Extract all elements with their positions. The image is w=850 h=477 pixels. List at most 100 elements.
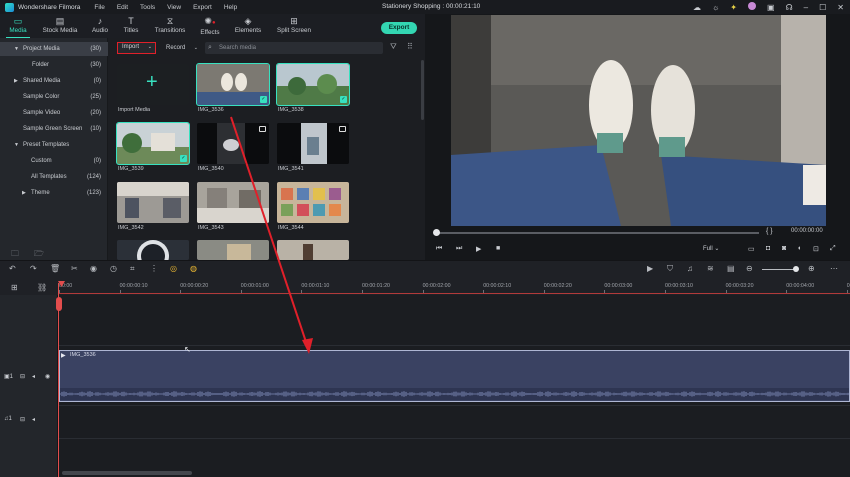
preview-zoom-select[interactable]: Full ⌄ [703,245,719,252]
render-icon[interactable]: ▶ [647,264,653,273]
mark-in-out-buttons[interactable]: { } [766,228,773,235]
media-thumb-img-3540[interactable] [197,123,269,164]
sidebar-item-sample-green-screen[interactable]: Sample Green Screen (10) [0,122,108,136]
snapshot-icon[interactable]: ◘ [766,245,770,252]
motion-tracking-icon[interactable]: ◍ [190,264,197,273]
import-button[interactable]: Import ⌄ [117,42,156,54]
media-thumb-img-3541[interactable] [277,123,349,164]
redo-icon[interactable]: ↷ [30,264,37,273]
sidebar-item-sample-color[interactable]: Sample Color (25) [0,90,108,104]
menu-tools[interactable]: Tools [140,4,155,11]
minimize-icon[interactable]: – [804,3,808,13]
microphone-icon[interactable]: ♫ [687,264,693,273]
delete-icon[interactable]: 🗑 [50,264,60,273]
tab-stock-media[interactable]: ▤ Stock Media [40,16,80,34]
tab-split-screen[interactable]: ⊞ Split Screen [274,16,314,34]
support-icon[interactable]: ☊ [786,3,793,13]
sidebar-item-sample-video[interactable]: Sample Video (20) [0,106,108,120]
tab-transitions[interactable]: ⧖ Transitions [150,16,190,34]
audio-mute-icon[interactable]: ◂ [32,373,35,380]
sidebar-item-project-media[interactable]: ▼ Project Media (30) [0,42,108,56]
tab-titles[interactable]: T Titles [113,16,149,34]
maximize-icon[interactable]: ☐ [819,3,826,13]
tab-media[interactable]: ▭ Media [0,16,36,39]
tab-effects[interactable]: ✺● Effects [192,16,228,36]
sidebar-item-preset-templates[interactable]: ▼ Preset Templates [0,138,108,152]
render-preview-icon[interactable]: ▭ [748,245,755,253]
sidebar-item-shared-media[interactable]: ▶ Shared Media (0) [0,74,108,88]
menu-edit[interactable]: Edit [117,4,128,11]
sidebar-item-folder[interactable]: Folder (30) [0,58,108,72]
scrubber-handle[interactable] [433,229,440,236]
media-thumb-partial[interactable] [277,240,349,260]
media-thumb-img-3536[interactable]: ✓ [196,63,270,106]
media-thumb-img-3539[interactable]: ✓ [116,122,190,165]
audio-mute-icon[interactable]: ◂ [32,416,35,423]
sidebar-item-custom[interactable]: Custom (0) [0,154,108,168]
export-button[interactable]: Export [381,22,417,34]
close-icon[interactable]: ✕ [837,3,844,13]
media-thumb-partial[interactable] [117,240,189,260]
expand-arrow-icon[interactable]: ▼ [14,42,19,56]
voiceover-icon[interactable]: ≋ [707,264,714,273]
sidebar-item-all-templates[interactable]: All Templates (124) [0,170,108,184]
menu-view[interactable]: View [167,4,181,11]
marker-icon[interactable]: ⛉ [667,264,673,274]
save-icon[interactable]: ▣ [767,3,775,13]
split-icon[interactable]: ⋮ [150,264,158,273]
fit-timeline-icon[interactable]: ⋯ [830,264,838,273]
aspect-ratio-icon[interactable]: ⊡ [813,245,819,253]
auto-color-icon[interactable]: ◎ [170,264,177,273]
previous-frame-icon[interactable]: ⏮ [436,245,442,253]
undo-icon[interactable]: ↶ [9,264,16,273]
grid-view-icon[interactable]: ⠿ [407,42,413,51]
filmora-logo-icon [5,2,14,12]
record-button[interactable]: Record ⌄ [162,42,202,54]
add-track-icon[interactable]: ⊞ [11,283,18,292]
menu-export[interactable]: Export [193,4,212,11]
import-media-tile[interactable]: + [117,64,189,105]
stop-icon[interactable]: ■ [496,245,500,252]
search-input[interactable]: ⌕ Search media [205,42,383,54]
media-thumb-img-3543[interactable] [197,182,269,223]
lightbulb-icon[interactable]: ✦ [730,3,737,13]
media-thumb-img-3538[interactable]: ✓ [276,63,350,106]
link-icon[interactable]: ⛓ [37,283,47,292]
camera-icon[interactable]: ◙ [782,245,786,252]
cut-icon[interactable]: ✂ [71,264,78,273]
zoom-slider-handle[interactable] [793,266,799,272]
playhead[interactable] [58,283,59,477]
audio-track-number: 1 [8,416,12,422]
media-scrollbar[interactable] [421,60,424,120]
play-icon[interactable]: ▶ [476,245,481,253]
cloud-icon[interactable]: ☁ [693,3,701,13]
sidebar-item-theme[interactable]: ▶ Theme (123) [0,186,108,200]
sun-icon[interactable]: ☼ [712,3,719,13]
expand-arrow-icon[interactable]: ▼ [14,138,19,152]
color-icon[interactable]: ◉ [90,264,97,273]
playhead-handle[interactable] [56,297,62,311]
eye-icon[interactable]: ◉ [45,373,50,380]
expand-arrow-icon[interactable]: ▶ [22,186,26,200]
media-thumb-partial[interactable] [197,240,269,260]
lock-icon[interactable]: ⊟ [20,373,25,380]
tab-elements[interactable]: ◈ Elements [230,16,266,34]
avatar-icon[interactable] [748,2,756,13]
zoom-in-icon[interactable]: ⊕ [808,264,815,273]
expand-arrow-icon[interactable]: ▶ [14,74,18,88]
volume-icon[interactable]: ◖ [797,245,801,252]
crop-icon[interactable]: ⌗ [130,264,135,274]
media-thumb-img-3544[interactable] [277,182,349,223]
caption-icon[interactable]: ▤ [727,264,735,273]
speed-icon[interactable]: ◷ [110,264,117,273]
menu-file[interactable]: File [94,4,104,11]
playback-scrubber[interactable] [436,232,759,234]
play-backward-icon[interactable]: ⏭ [456,245,462,253]
fullscreen-icon[interactable]: ⤢ [830,245,836,253]
timeline-scrollbar[interactable] [62,471,192,475]
lock-icon[interactable]: ⊟ [20,416,25,423]
zoom-out-icon[interactable]: ⊖ [746,264,753,273]
media-thumb-img-3542[interactable] [117,182,189,223]
filter-icon[interactable]: ⛛ [390,42,397,52]
menu-help[interactable]: Help [224,4,237,11]
